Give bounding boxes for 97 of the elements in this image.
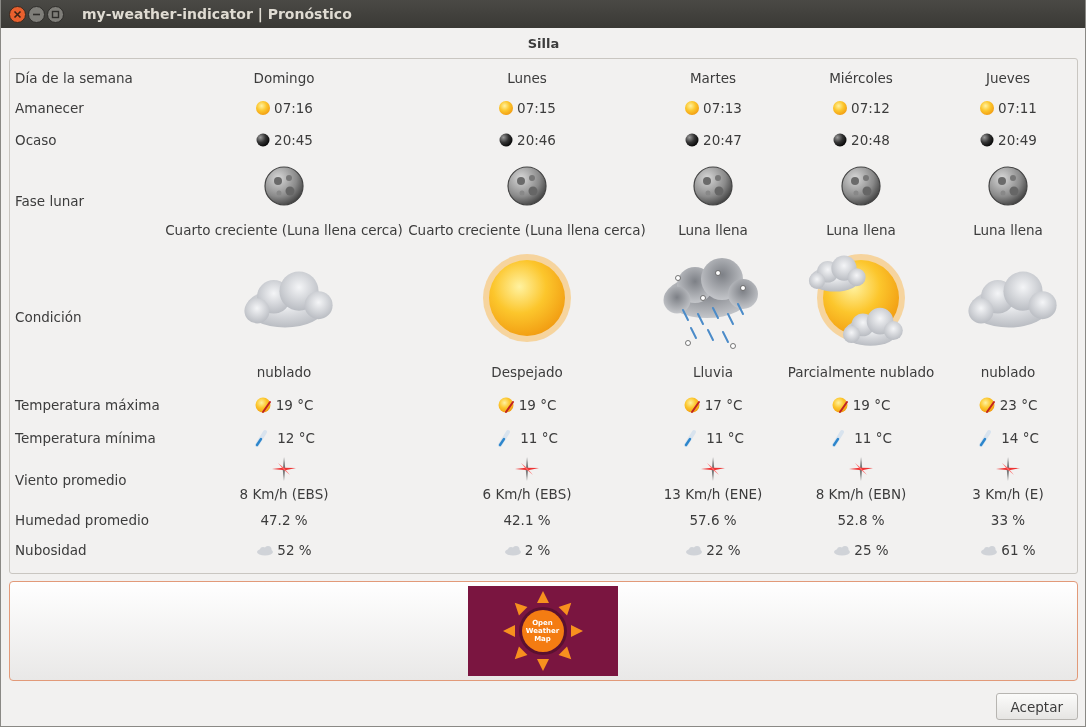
sunset-time: 20:48 (851, 132, 890, 148)
condition-text: Parcialmente nublado (786, 363, 936, 382)
cloudiness-value: 61 % (1001, 542, 1036, 558)
moon-icon (832, 132, 849, 148)
sun-icon (684, 100, 701, 116)
thermometer-icon (830, 429, 847, 447)
cloud-icon (256, 543, 275, 557)
row-label: Temperatura mínima (15, 430, 157, 446)
cloud-icon (685, 543, 704, 557)
cloudiness-value: 25 % (854, 542, 889, 558)
min-temperature: 11 °C (520, 430, 558, 446)
max-temperature: 23 °C (999, 397, 1038, 413)
moon-phase: Luna llena (972, 221, 1044, 240)
humidity-value: 52.8 % (836, 511, 886, 530)
moon-icon (841, 166, 881, 206)
sun-icon (979, 100, 996, 116)
day-name: Lunes (506, 69, 548, 88)
row-label: Día de la semana (15, 70, 134, 86)
maximize-icon[interactable] (47, 5, 64, 23)
moon-icon (264, 166, 304, 206)
row-label: Viento promedio (15, 472, 128, 488)
cloud-icon (980, 543, 999, 557)
thermometer-icon (253, 429, 270, 447)
moon-phase: Luna llena (825, 221, 897, 240)
day-name: Miércoles (828, 69, 894, 88)
min-temperature: 11 °C (854, 430, 892, 446)
max-temperature: 19 °C (518, 397, 557, 413)
close-icon[interactable] (9, 5, 26, 23)
humidity-value: 33 % (989, 511, 1027, 530)
thermometer-sun-icon (497, 396, 516, 414)
sunset-time: 20:46 (517, 132, 556, 148)
condition-text: nublado (979, 363, 1037, 382)
thermometer-sun-icon (978, 396, 997, 414)
min-temperature: 12 °C (277, 430, 315, 446)
moon-icon (979, 132, 996, 148)
thermometer-sun-icon (831, 396, 850, 414)
min-temperature: 14 °C (1001, 430, 1039, 446)
cloud-icon (503, 543, 522, 557)
row-label: Amanecer (15, 100, 85, 116)
cloudiness-value: 52 % (277, 542, 312, 558)
thermometer-icon (977, 429, 994, 447)
sunset-time: 20:49 (998, 132, 1037, 148)
row-label: Temperatura máxima (15, 397, 161, 413)
max-temperature: 17 °C (704, 397, 743, 413)
sun-icon (832, 100, 849, 116)
moon-icon (988, 166, 1028, 206)
moon-phase: Luna llena (677, 221, 749, 240)
accept-button[interactable]: Aceptar (995, 693, 1078, 720)
humidity-value: 47.2 % (259, 511, 309, 530)
minimize-icon[interactable] (28, 5, 45, 23)
wind-speed: 3 Km/h (E) (971, 485, 1045, 504)
row-label: Ocaso (15, 132, 58, 148)
max-temperature: 19 °C (275, 397, 314, 413)
day-name: Domingo (252, 69, 316, 88)
day-name: Jueves (984, 69, 1032, 88)
humidity-value: 42.1 % (502, 511, 552, 530)
row-label: Nubosidad (15, 542, 88, 558)
sunset-time: 20:45 (274, 132, 313, 148)
sun-icon (498, 100, 515, 116)
wind-speed: 6 Km/h (EBS) (481, 485, 573, 504)
moon-phase: Cuarto creciente (Luna llena cerca) (167, 221, 401, 240)
thermometer-sun-icon (254, 396, 273, 414)
cloudiness-value: 2 % (524, 542, 551, 558)
row-label: Fase lunar (15, 193, 86, 209)
cloudiness-value: 22 % (706, 542, 741, 558)
sunset-time: 20:47 (703, 132, 742, 148)
location-title: Silla (527, 36, 560, 51)
moon-icon (507, 166, 547, 206)
condition-text: nublado (255, 363, 313, 382)
condition-text: Lluvia (692, 363, 734, 382)
thermometer-sun-icon (683, 396, 702, 414)
wind-speed: 8 Km/h (EBS) (238, 485, 330, 504)
sunrise-time: 07:13 (703, 100, 742, 116)
sunrise-time: 07:15 (517, 100, 556, 116)
day-name: Martes (688, 69, 738, 88)
window-title: my-weather-indicator | Pronóstico (82, 6, 352, 22)
sun-icon (255, 100, 272, 116)
cloud-icon (833, 543, 852, 557)
sun-logo-icon (502, 591, 583, 671)
min-temperature: 11 °C (706, 430, 744, 446)
sunrise-time: 07:11 (998, 100, 1037, 116)
sunrise-time: 07:12 (851, 100, 890, 116)
moon-icon (693, 166, 733, 206)
moon-icon (684, 132, 701, 148)
humidity-value: 57.6 % (688, 511, 738, 530)
wind-speed: 8 Km/h (EBN) (814, 485, 908, 504)
sunrise-time: 07:16 (274, 100, 313, 116)
moon-phase: Cuarto creciente (Luna llena cerca) (407, 221, 647, 240)
condition-text: Despejado (490, 363, 564, 382)
wind-speed: 13 Km/h (ENE) (662, 485, 764, 504)
row-label: Humedad promedio (15, 512, 150, 528)
thermometer-icon (682, 429, 699, 447)
row-label: Condición (15, 309, 83, 325)
max-temperature: 19 °C (852, 397, 891, 413)
thermometer-icon (496, 429, 513, 447)
moon-icon (255, 132, 272, 148)
moon-icon (498, 132, 515, 148)
